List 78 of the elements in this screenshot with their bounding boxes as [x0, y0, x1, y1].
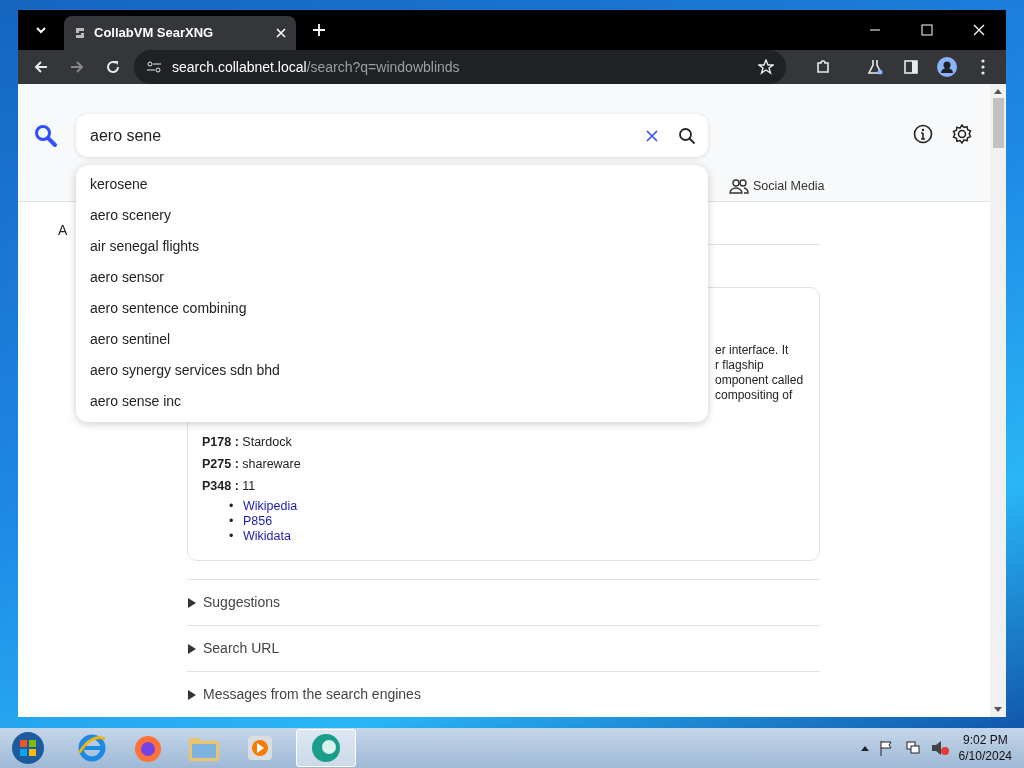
browser-e-icon [77, 733, 107, 763]
address-bar[interactable]: search.collabnet.local/search?q=windowblinds [134, 50, 786, 84]
clock-date[interactable]: 6/10/2024 [958, 748, 1012, 764]
section-title: Messages from the search engines [203, 685, 421, 704]
infobox-link[interactable]: P856 [243, 514, 273, 529]
reload-icon [105, 59, 121, 75]
info-icon[interactable] [913, 124, 933, 144]
start-icon [11, 731, 45, 765]
suggestion-item[interactable]: aero sensor [76, 261, 708, 292]
bullet: • [229, 499, 235, 514]
taskbar-button[interactable] [296, 729, 356, 767]
disclosure-triangle-icon[interactable] [187, 643, 197, 654]
maximize-icon [921, 24, 933, 36]
search-icon[interactable] [678, 126, 696, 145]
attribute-key: P275 : [202, 457, 239, 471]
description-text: r flagship [715, 358, 765, 373]
suggestion-item[interactable]: aero sense inc [76, 385, 708, 416]
close-icon[interactable] [276, 28, 286, 38]
tab-list-icon [35, 24, 47, 36]
volume-muted-icon[interactable] [930, 740, 949, 756]
side-panel-icon [903, 59, 919, 75]
section-title: Suggestions [203, 593, 281, 612]
suggestion-item[interactable]: kerosene [76, 168, 708, 199]
network-icon[interactable] [904, 740, 921, 756]
suggestion-item[interactable]: air senegal flights [76, 230, 708, 261]
new-tab-icon [312, 23, 326, 37]
suggestion-item[interactable]: aero scenery [76, 199, 708, 230]
attribute-key: P178 : [202, 435, 239, 449]
disclosure-triangle-icon[interactable] [187, 597, 197, 608]
disclosure-triangle-icon[interactable] [187, 689, 197, 700]
url-host: search.collabnet.local [172, 58, 307, 75]
suggestion-item[interactable]: aero synergy services sdn bhd [76, 354, 708, 385]
attribute-value: 11 [242, 479, 256, 493]
flag-icon[interactable] [878, 740, 895, 756]
back-icon [33, 59, 49, 75]
suggestion-item[interactable]: aero sentinel [76, 323, 708, 354]
attribute-value: shareware [242, 457, 301, 471]
flask-icon [867, 59, 883, 75]
people-icon [729, 178, 749, 195]
settings-icon[interactable] [951, 123, 973, 145]
star-icon[interactable] [758, 59, 774, 75]
site-settings-icon[interactable] [146, 60, 162, 74]
clear-icon[interactable] [646, 129, 658, 142]
suggestion-item[interactable]: aero sentence combining [76, 292, 708, 323]
page-text: A [58, 221, 68, 240]
scroll-up-icon[interactable] [994, 88, 1002, 94]
site-icon [74, 26, 86, 40]
tab-title: CollabVM SearXNG [94, 24, 215, 43]
scrollbar-thumb[interactable] [992, 98, 1004, 148]
attribute-value: Stardock [242, 435, 292, 449]
description-text: compositing of [715, 388, 794, 403]
description-text: omponent called [715, 373, 805, 388]
collapsible-section[interactable]: Messages from the search engines [187, 671, 820, 717]
bullet: • [229, 514, 235, 529]
close-icon [973, 24, 985, 36]
attribute-key: P348 : [202, 479, 239, 493]
forward-icon [69, 59, 85, 75]
scroll-down-icon[interactable] [994, 707, 1002, 713]
bullet: • [229, 529, 235, 544]
url-path: /search?q=windowblinds [306, 58, 460, 75]
profile-icon [937, 57, 957, 77]
menu-icon [981, 59, 985, 75]
show-hidden-icons[interactable] [860, 745, 869, 751]
category-tab[interactable]: Social Media [728, 176, 826, 197]
section-title: Search URL [203, 639, 280, 658]
browser-tab[interactable]: CollabVM SearXNG [64, 16, 296, 50]
search-field[interactable]: aero sene [76, 114, 708, 157]
media-player-icon [246, 734, 274, 762]
extensions-icon [815, 59, 831, 75]
clock-time[interactable]: 9:02 PM [958, 732, 1012, 748]
description-text: er interface. It [715, 343, 790, 358]
infobox-link[interactable]: Wikidata [243, 529, 291, 544]
scrollbar[interactable] [990, 84, 1006, 717]
infobox-link[interactable]: Wikipedia [243, 499, 298, 514]
search-logo-icon[interactable] [34, 124, 58, 148]
collapsible-section[interactable]: Suggestions [187, 579, 820, 625]
app-icon [310, 732, 342, 764]
collapsible-section[interactable]: Search URL [187, 625, 820, 671]
